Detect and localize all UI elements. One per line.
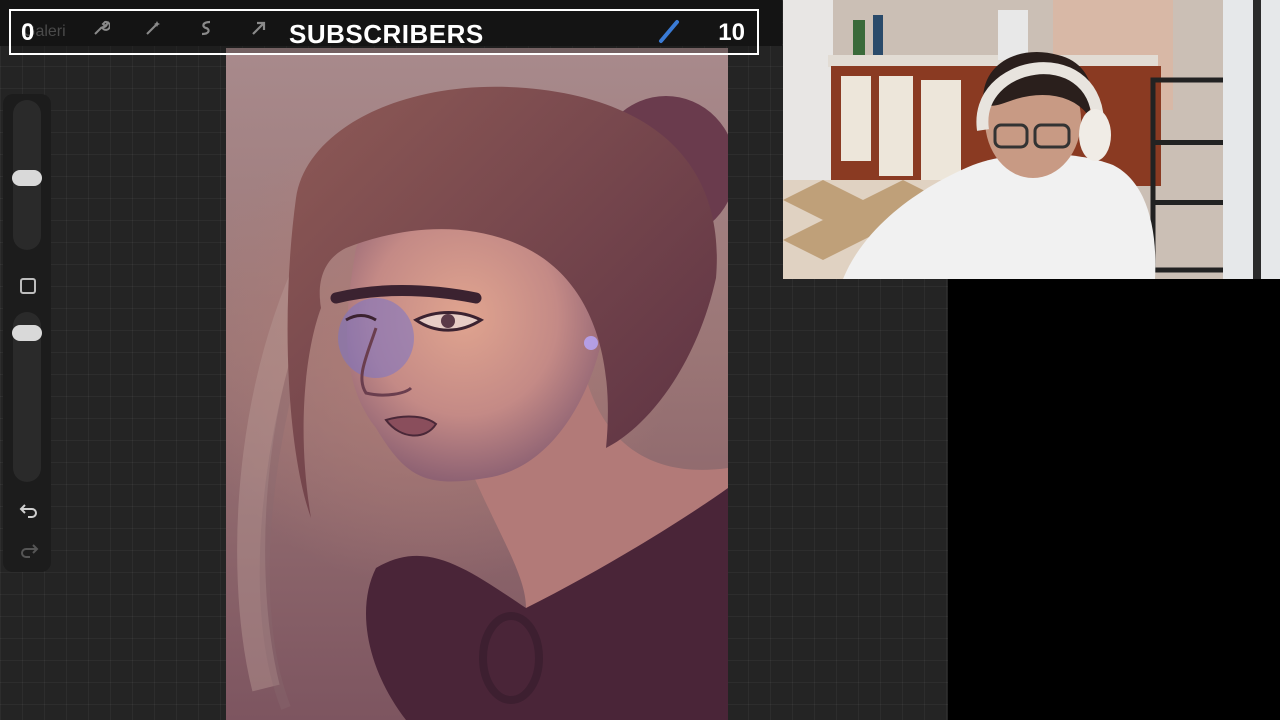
selection-icon[interactable] [192, 17, 220, 45]
portrait-painting [237, 86, 728, 720]
drawing-canvas[interactable] [226, 48, 728, 720]
redo-icon[interactable] [19, 539, 39, 563]
subscriber-overlay: Galeri 0 SUBSCRIBERS 10 [9, 9, 759, 55]
undo-icon[interactable] [19, 499, 39, 523]
magic-wand-icon[interactable] [139, 17, 167, 45]
modify-button[interactable] [20, 278, 36, 294]
wrench-icon[interactable] [87, 17, 115, 45]
brush-size-thumb[interactable] [12, 170, 42, 186]
procreate-sidebar [3, 94, 51, 572]
subscriber-count-left: 0 [21, 19, 35, 46]
transform-arrow-icon[interactable] [245, 17, 273, 45]
subscribers-title: SUBSCRIBERS [289, 19, 484, 49]
webcam-feed [783, 0, 1280, 279]
webcam-image [783, 0, 1280, 279]
brush-icon[interactable] [655, 17, 683, 45]
subscriber-count-right: 10 [718, 19, 745, 46]
opacity-thumb[interactable] [12, 325, 42, 341]
